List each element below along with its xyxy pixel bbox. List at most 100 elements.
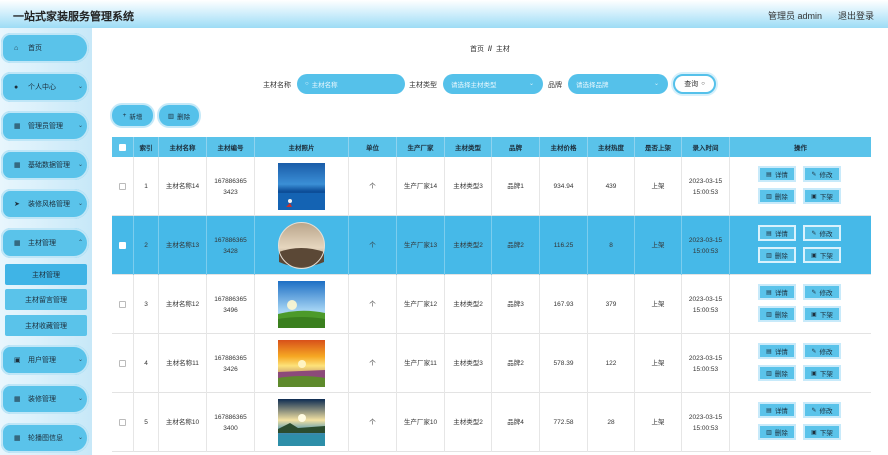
table-row[interactable]: 4 主材名称11 167886365 3426 个 生产厂家11 主材类型3 品牌… <box>112 334 871 393</box>
user-label[interactable]: 管理员 admin <box>768 9 822 22</box>
cell-index: 2 <box>134 216 159 275</box>
trash-icon: ▥ <box>766 252 772 259</box>
edit-icon: ✎ <box>811 289 817 296</box>
edit-button[interactable]: ✎ 修改 <box>803 402 841 418</box>
batch-delete-button[interactable]: ▥ 删除 <box>159 105 199 126</box>
cell-ops: ▤ 详情 ✎ 修改 ▥ 删除 ▣ 下架 <box>730 275 871 334</box>
sidebar-item-renovation[interactable]: ▦ 装修管理 ⌄ <box>1 384 89 414</box>
table-row[interactable]: 3 主材名称12 167886365 3496 个 生产厂家12 主材类型2 品牌… <box>112 275 871 334</box>
sidebar-item-home[interactable]: ⌂ 首页 <box>1 33 89 63</box>
cell-shelf: 上架 <box>635 393 682 452</box>
sidebar-item-carousel[interactable]: ▦ 轮播图信息 ⌄ <box>1 423 89 453</box>
material-name-input[interactable]: ○ 主材名称 <box>297 74 405 94</box>
offshelf-button[interactable]: ▣ 下架 <box>803 247 841 263</box>
delete-button[interactable]: ▥ 删除 <box>758 306 796 322</box>
query-button[interactable]: 查询 ○ <box>673 74 716 94</box>
sidebar-subitem-label: 主材管理 <box>32 271 60 279</box>
send-icon: ➤ <box>14 201 20 208</box>
cell-created: 2023-03-15 15:00:53 <box>682 334 730 393</box>
edit-button[interactable]: ✎ 修改 <box>803 343 841 359</box>
batch-delete-button-label: 删除 <box>177 113 191 121</box>
cell-photo <box>255 393 349 452</box>
cell-photo <box>255 216 349 275</box>
sidebar-subitem-materials[interactable]: 主材管理 <box>5 264 87 285</box>
logout-link[interactable]: 退出登录 <box>838 9 874 22</box>
table-row[interactable]: 5 主材名称10 167886365 3400 个 生产厂家10 主材类型2 品牌… <box>112 393 871 452</box>
cell-code-line: 167886365 <box>214 295 247 303</box>
edit-button[interactable]: ✎ 修改 <box>803 166 841 182</box>
trash-icon: ▥ <box>766 311 772 318</box>
sidebar-item-users[interactable]: ▣ 用户管理 ⌄ <box>1 345 89 375</box>
header-select-all[interactable] <box>112 137 134 157</box>
column-header: 品牌 <box>492 137 540 157</box>
offshelf-label: 下架 <box>819 194 833 201</box>
detail-button[interactable]: ▤ 详情 <box>758 402 796 418</box>
sidebar-item-materials[interactable]: ▦ 主材管理 ⌃ <box>1 228 89 258</box>
material-type-select[interactable]: 请选择主材类型 ⌄ <box>443 74 543 94</box>
edit-button[interactable]: ✎ 修改 <box>803 284 841 300</box>
offshelf-button[interactable]: ▣ 下架 <box>803 306 841 322</box>
offshelf-button[interactable]: ▣ 下架 <box>803 424 841 440</box>
trash-icon: ▥ <box>766 193 772 200</box>
sidebar-item-decor-style[interactable]: ➤ 装修风格管理 ⌄ <box>1 189 89 219</box>
add-button[interactable]: + 新增 <box>112 105 153 126</box>
column-header: 索引 <box>134 137 159 157</box>
edit-label: 修改 <box>819 349 833 356</box>
sidebar-item-profile[interactable]: ● 个人中心 ⌄ <box>1 72 89 102</box>
detail-button[interactable]: ▤ 详情 <box>758 284 796 300</box>
breadcrumb-current: 主材 <box>495 46 510 53</box>
offshelf-button[interactable]: ▣ 下架 <box>803 365 841 381</box>
cell-type: 主材类型2 <box>445 275 492 334</box>
delete-button[interactable]: ▥ 删除 <box>758 247 796 263</box>
cell-type: 主材类型2 <box>445 393 492 452</box>
grid-icon: ▦ <box>14 396 21 403</box>
select-all-checkbox[interactable] <box>119 143 126 151</box>
row-checkbox[interactable] <box>119 301 126 308</box>
column-header: 主材名称 <box>159 137 207 157</box>
trash-icon: ▥ <box>766 429 772 436</box>
column-header: 主材价格 <box>540 137 588 157</box>
sidebar-item-admins[interactable]: ▦ 管理员管理 ⌄ <box>1 111 89 141</box>
material-photo <box>278 399 325 446</box>
chevron-down-icon: ⌄ <box>528 81 534 87</box>
trash-icon: ▥ <box>766 370 772 377</box>
sidebar-item-label: 基础数据管理 <box>28 162 70 169</box>
delete-button[interactable]: ▥ 删除 <box>758 188 796 204</box>
add-button-label: 新增 <box>129 113 143 121</box>
detail-button[interactable]: ▤ 详情 <box>758 166 796 182</box>
breadcrumb-home[interactable]: 首页 <box>470 46 484 53</box>
brand-select[interactable]: 请选择品牌 ⌄ <box>568 74 668 94</box>
column-header: 录入时间 <box>682 137 730 157</box>
cell-unit: 个 <box>349 157 397 216</box>
sidebar-subitem-material-favorites[interactable]: 主材收藏管理 <box>5 315 87 336</box>
delete-button[interactable]: ▥ 删除 <box>758 424 796 440</box>
cell-unit: 个 <box>349 393 397 452</box>
table-row[interactable]: 1 主材名称14 167886365 3423 个 生产厂家14 主材类型3 品牌… <box>112 157 871 216</box>
cell-brand: 品牌2 <box>492 334 540 393</box>
cell-maker: 生产厂家12 <box>397 275 445 334</box>
offshelf-button[interactable]: ▣ 下架 <box>803 188 841 204</box>
home-icon: ⌂ <box>14 44 19 52</box>
table-row[interactable]: 2 主材名称13 167886365 3428 个 生产厂家13 主材类型2 品牌… <box>112 216 871 275</box>
detail-label: 详情 <box>774 231 788 238</box>
sidebar-subitem-material-comments[interactable]: 主材留言管理 <box>5 289 87 310</box>
row-checkbox[interactable] <box>119 419 126 426</box>
cell-time: 15:00:53 <box>692 424 719 432</box>
cell-shelf: 上架 <box>635 157 682 216</box>
detail-icon: ▤ <box>766 171 772 178</box>
row-checkbox[interactable] <box>119 183 126 190</box>
cell-photo <box>255 334 349 393</box>
sidebar-subitem-label: 主材留言管理 <box>25 296 67 304</box>
detail-icon: ▤ <box>766 407 772 414</box>
detail-button[interactable]: ▤ 详情 <box>758 343 796 359</box>
row-checkbox[interactable] <box>119 242 126 249</box>
cell-photo <box>255 157 349 216</box>
detail-button[interactable]: ▤ 详情 <box>758 225 796 241</box>
row-checkbox[interactable] <box>119 360 126 367</box>
cell-code: 167886365 3426 <box>207 334 255 393</box>
cell-created: 2023-03-15 15:00:53 <box>682 157 730 216</box>
sidebar-item-basic-data[interactable]: ▦ 基础数据管理 ⌄ <box>1 150 89 180</box>
cell-price: 116.25 <box>540 216 588 275</box>
delete-button[interactable]: ▥ 删除 <box>758 365 796 381</box>
edit-button[interactable]: ✎ 修改 <box>803 225 841 241</box>
